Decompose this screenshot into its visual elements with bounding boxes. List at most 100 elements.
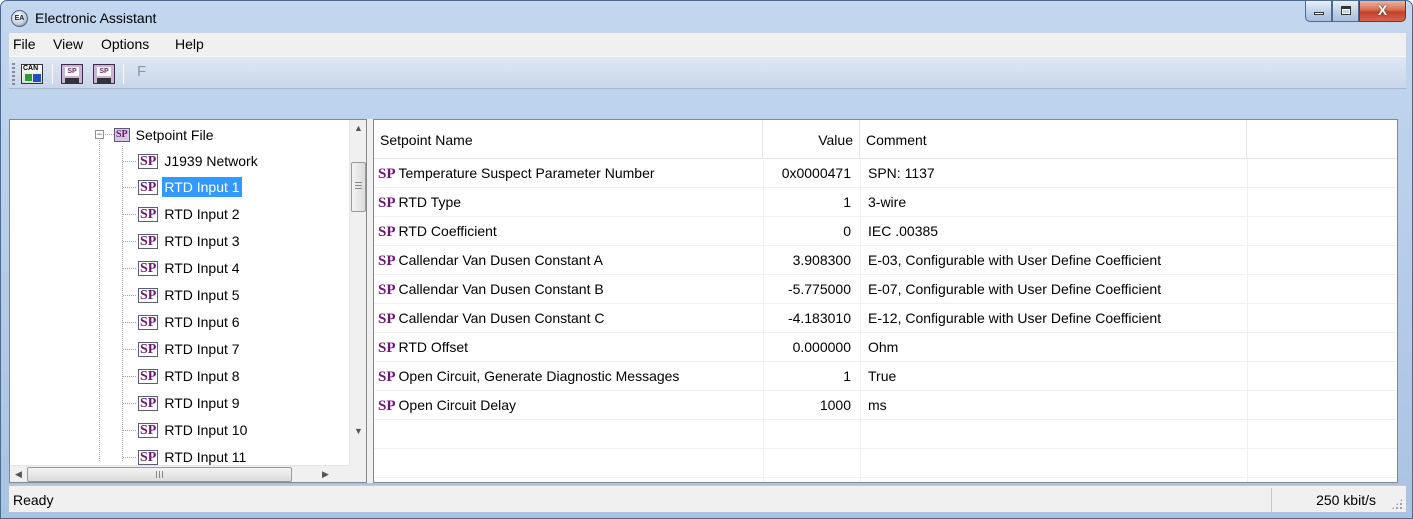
table-row[interactable]: SP Temperature Suspect Parameter Number 0… [374,159,1397,188]
scroll-thumb[interactable] [27,467,292,482]
tree-horizontal-scrollbar[interactable]: ◀ ▶ [10,465,351,482]
tree-item-setpoint-file[interactable]: SP Setpoint File [114,123,216,147]
close-button[interactable]: X [1359,1,1406,22]
tree-item-rtd-input-3[interactable]: SP RTD Input 3 [138,229,242,253]
tree-connector [123,376,137,377]
menu-file[interactable]: File [13,36,36,52]
setpoint-icon: SP [138,233,159,249]
setpoint-name: RTD Offset [398,339,469,355]
scroll-down-icon[interactable]: ▼ [350,423,366,440]
toolbar-separator [52,64,53,84]
setpoint-icon: SP [138,206,159,222]
setpoint-comment: ms [868,397,887,413]
setpoint-comment: IEC .00385 [868,223,939,239]
table-row[interactable]: SP Callendar Van Dusen Constant B -5.7750… [374,275,1397,304]
scroll-thumb[interactable] [351,162,366,212]
baud-rate-pane: 250 kbit/s [1271,488,1406,512]
tree-item-rtd-input-8[interactable]: SP RTD Input 8 [138,364,242,388]
setpoint-comment: E-12, Configurable with User Define Coef… [868,310,1162,326]
table-row[interactable]: SP Open Circuit, Generate Diagnostic Mess… [374,362,1397,391]
setpoint-name: RTD Type [398,194,462,210]
setpoint-value: 0.000000 [792,339,851,355]
setpoint-value: -4.183010 [787,310,851,326]
table-row[interactable]: SP Callendar Van Dusen Constant C -4.1830… [374,304,1397,333]
column-header-setpoint-name[interactable]: Setpoint Name [374,120,763,159]
tree-item-label: RTD Input 10 [164,422,248,438]
table-row-empty [374,420,1397,449]
scroll-up-icon[interactable]: ▲ [350,120,366,137]
tree-item-rtd-input-2[interactable]: SP RTD Input 2 [138,202,242,226]
setpoint-name-cell: SP Open Circuit, Generate Diagnostic Mess… [378,362,758,391]
tree-item-label: Setpoint File [135,127,214,143]
tree-connector [123,295,137,296]
tree-item-rtd-input-5[interactable]: SP RTD Input 5 [138,283,242,307]
close-icon: X [1377,2,1388,18]
setpoint-save-button[interactable]: SP [93,64,115,84]
setpoint-icon: SP [378,195,396,211]
setpoint-name: Temperature Suspect Parameter Number [398,165,655,181]
column-header-value[interactable]: Value [763,120,860,159]
tree-connector [123,187,137,188]
setpoint-name: RTD Coefficient [398,223,497,239]
window-title: Electronic Assistant [35,10,157,26]
setpoint-comment: True [868,368,897,384]
menu-view[interactable]: View [53,36,83,52]
scroll-right-icon[interactable]: ▶ [317,466,334,482]
setpoint-icon: SP [138,368,159,384]
minimize-button[interactable] [1305,1,1332,22]
column-header-empty[interactable] [1247,120,1397,159]
menu-help[interactable]: Help [175,36,204,52]
tree-item-rtd-input-4[interactable]: SP RTD Input 4 [138,256,242,280]
setpoint-icon: SP [138,449,159,465]
tree-item-j1939-network[interactable]: SP J1939 Network [138,149,260,173]
title-bar[interactable]: EA Electronic Assistant X [1,1,1412,35]
table-row[interactable]: SP Open Circuit Delay 1000 ms [374,391,1397,420]
setpoint-icon: SP [378,311,396,327]
table-row-empty [374,449,1397,478]
f-button[interactable]: F [137,63,146,80]
setpoint-icon: SP [138,287,159,303]
setpoint-icon: SP [378,166,396,182]
scroll-corner [349,465,366,482]
tree-item-rtd-input-1[interactable]: SP RTD Input 1 [138,175,243,199]
maximize-button[interactable] [1332,1,1359,22]
setpoint-list[interactable]: Setpoint Name Value Comment SP Temperatur… [373,119,1398,483]
setpoint-comment: 3-wire [868,194,907,210]
column-header-comment[interactable]: Comment [860,120,1247,159]
tree-connector [123,457,137,458]
can-connect-button[interactable]: CAN [21,64,43,84]
tree-item-rtd-input-10[interactable]: SP RTD Input 10 [138,418,249,442]
setpoint-name-cell: SP Open Circuit Delay [378,391,758,420]
collapse-icon[interactable]: − [95,130,104,139]
setpoint-file-icon: SP [114,128,130,142]
setpoint-name-cell: SP Callendar Van Dusen Constant B [378,275,758,304]
setpoint-name-cell: SP RTD Type [378,188,758,217]
tree-item-label: RTD Input 9 [164,395,240,411]
table-row[interactable]: SP Callendar Van Dusen Constant A 3.90830… [374,246,1397,275]
tree-item-rtd-input-7[interactable]: SP RTD Input 7 [138,337,242,361]
floppy-icon [65,78,79,83]
tree-item-label: RTD Input 4 [164,260,240,276]
setpoint-icon: SP [378,224,396,240]
setpoint-open-button[interactable]: SP [61,64,83,84]
tree-vertical-scrollbar[interactable]: ▲ ▼ [349,120,366,468]
menu-options[interactable]: Options [101,36,149,52]
tree-item-rtd-input-6[interactable]: SP RTD Input 6 [138,310,242,334]
table-row[interactable]: SP RTD Offset 0.000000 Ohm [374,333,1397,362]
toolbar-grip[interactable] [12,63,15,85]
tree-item-label: J1939 Network [164,153,258,169]
app-icon[interactable]: EA [11,10,28,27]
setpoint-name-cell: SP Callendar Van Dusen Constant C [378,304,758,333]
status-text: Ready [13,492,54,508]
setpoint-name: Open Circuit, Generate Diagnostic Messag… [398,368,680,384]
tree-item-label: RTD Input 11 [164,449,247,465]
scroll-left-icon[interactable]: ◀ [10,466,27,482]
tree-item-rtd-input-9[interactable]: SP RTD Input 9 [138,391,242,415]
table-row[interactable]: SP RTD Coefficient 0 IEC .00385 [374,217,1397,246]
tree-item-label: RTD Input 3 [164,233,240,249]
table-row[interactable]: SP RTD Type 1 3-wire [374,188,1397,217]
setpoint-comment: Ohm [868,339,899,355]
can-connect-icon: CAN [23,65,39,72]
setpoint-icon: SP [138,260,159,276]
setpoint-tree[interactable]: − SP Setpoint File SP J1939 Network SP R… [9,119,367,483]
